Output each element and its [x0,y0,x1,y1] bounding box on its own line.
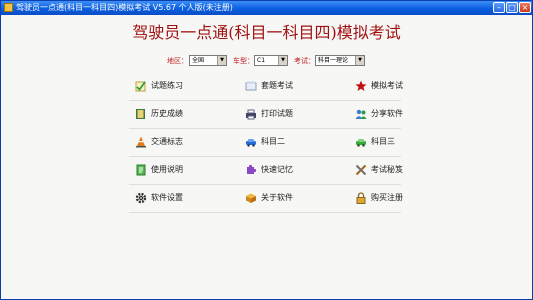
cartype-select[interactable]: C1 ▼ [254,55,288,66]
menu-row: 试题练习 套题考试 模拟考试 [129,73,403,101]
exam-select[interactable]: 科目一理论 ▼ [315,55,365,66]
menu-row: 使用说明 快速记忆 考试秘笈 [129,157,403,185]
cartype-value: C1 [257,57,266,64]
app-title: 驾驶员一点通(科目一科目四)模拟考试 [132,23,401,42]
tools-icon [355,164,367,176]
book-icon [136,109,145,119]
pencil-check-icon [135,81,146,92]
menu-label: 关于软件 [261,193,293,202]
maximize-button[interactable]: □ [506,2,518,13]
menu-row: 历史成绩 打印试题 分享软件 [129,101,403,129]
menu-label: 快速记忆 [261,165,293,174]
chevron-down-icon[interactable]: ▼ [355,56,364,65]
minimize-button[interactable]: – [493,2,505,13]
cartype-label: 车型： [233,57,254,65]
puzzle-icon [247,164,257,174]
menu-label: 使用说明 [151,165,183,174]
menu-label: 套题考试 [261,81,293,90]
region-label: 地区： [167,57,188,65]
blue-car-icon [246,139,256,147]
menu-row: 交通标志 科目二 科目三 [129,129,401,157]
lock-icon [356,192,366,204]
paper-stack-icon [245,81,257,91]
menu-label: 分享软件 [371,109,403,118]
exam-value: 科目一理论 [318,57,349,64]
box-icon [246,193,256,203]
document-icon [136,164,146,176]
users-icon [355,109,367,119]
menu-label: 科目二 [261,137,285,146]
star-icon [355,80,367,91]
menu-label: 模拟考试 [371,81,403,90]
menu-row: 软件设置 关于软件 购买注册 [129,185,403,213]
app-icon [4,3,13,12]
traffic-cone-icon [136,136,146,148]
chevron-down-icon[interactable]: ▼ [278,56,287,65]
chevron-down-icon[interactable]: ▼ [217,56,226,65]
region-value: 全国 [192,57,205,64]
window-title: 驾驶员一点通(科目一科目四)模拟考试 V5.67 个人版(未注册) [16,3,233,12]
menu-label: 历史成绩 [151,109,183,118]
menu-label: 交通标志 [151,137,183,146]
close-button[interactable]: × [519,2,531,13]
exam-label: 考试： [294,57,315,65]
main-menu: 试题练习 套题考试 模拟考试 历史成绩 打印试题 分享软件 交通标志 科目二 科… [129,73,403,213]
menu-label: 科目三 [371,137,395,146]
gear-icon [135,192,147,204]
app-window: 驾驶员一点通(科目一科目四)模拟考试 V5.67 个人版(未注册) – □ × … [0,0,533,300]
menu-label: 考试秘笈 [371,165,403,174]
printer-icon [246,109,256,120]
menu-label: 打印试题 [261,109,293,118]
menu-label: 试题练习 [151,81,183,90]
region-select[interactable]: 全国 ▼ [189,55,227,66]
menu-label: 软件设置 [151,193,183,202]
green-car-icon [356,139,366,147]
menu-label: 购买注册 [371,193,403,202]
title-bar[interactable]: 驾驶员一点通(科目一科目四)模拟考试 V5.67 个人版(未注册) – □ × [1,1,532,15]
